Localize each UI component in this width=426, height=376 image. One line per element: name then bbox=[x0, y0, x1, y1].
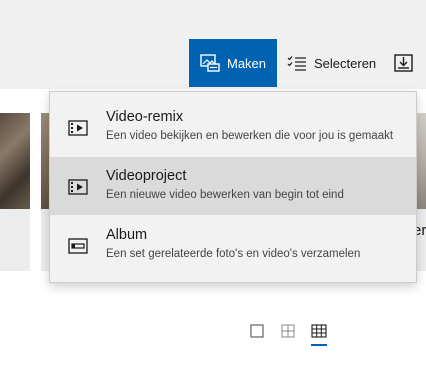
toolbar: Maken Selecteren bbox=[0, 0, 426, 89]
menu-item-video-remix[interactable]: Video-remix Een video bekijken en bewerk… bbox=[50, 98, 416, 156]
maken-label: Maken bbox=[227, 55, 267, 71]
maken-dropdown-menu: Video-remix Een video bekijken en bewerk… bbox=[49, 91, 417, 283]
selecteren-label: Selecteren bbox=[314, 55, 377, 71]
view-medium-grid-button[interactable] bbox=[281, 322, 295, 344]
menu-item-title: Album bbox=[106, 227, 148, 243]
selecteren-button[interactable]: Selecteren bbox=[287, 39, 387, 87]
menu-item-videoproject[interactable]: Videoproject Een nieuwe video bewerken v… bbox=[50, 157, 416, 215]
maken-button[interactable]: Maken bbox=[189, 39, 277, 87]
gallery-thumbnail[interactable] bbox=[0, 113, 30, 271]
menu-item-description: Een video bekijken en bewerken die voor … bbox=[106, 130, 394, 142]
single-view-icon bbox=[250, 323, 264, 343]
small-grid-icon bbox=[311, 323, 327, 343]
menu-item-title: Videoproject bbox=[106, 168, 187, 184]
menu-item-description: Een nieuwe video bewerken van begin tot … bbox=[106, 189, 344, 201]
menu-item-description: Een set gerelateerde foto's en video's v… bbox=[106, 248, 361, 260]
menu-item-album[interactable]: Album Een set gerelateerde foto's en vid… bbox=[50, 216, 416, 274]
album-icon bbox=[68, 238, 88, 254]
import-icon bbox=[394, 54, 414, 72]
checklist-icon bbox=[287, 55, 307, 71]
medium-grid-icon bbox=[281, 324, 295, 343]
import-button[interactable] bbox=[394, 39, 426, 87]
menu-item-title: Video-remix bbox=[106, 109, 184, 125]
view-single-button[interactable] bbox=[250, 322, 264, 344]
film-icon bbox=[68, 179, 88, 195]
create-image-icon bbox=[200, 54, 220, 72]
thumbnail-photo bbox=[0, 113, 30, 209]
film-icon bbox=[68, 120, 88, 136]
view-small-grid-button[interactable] bbox=[311, 322, 327, 346]
